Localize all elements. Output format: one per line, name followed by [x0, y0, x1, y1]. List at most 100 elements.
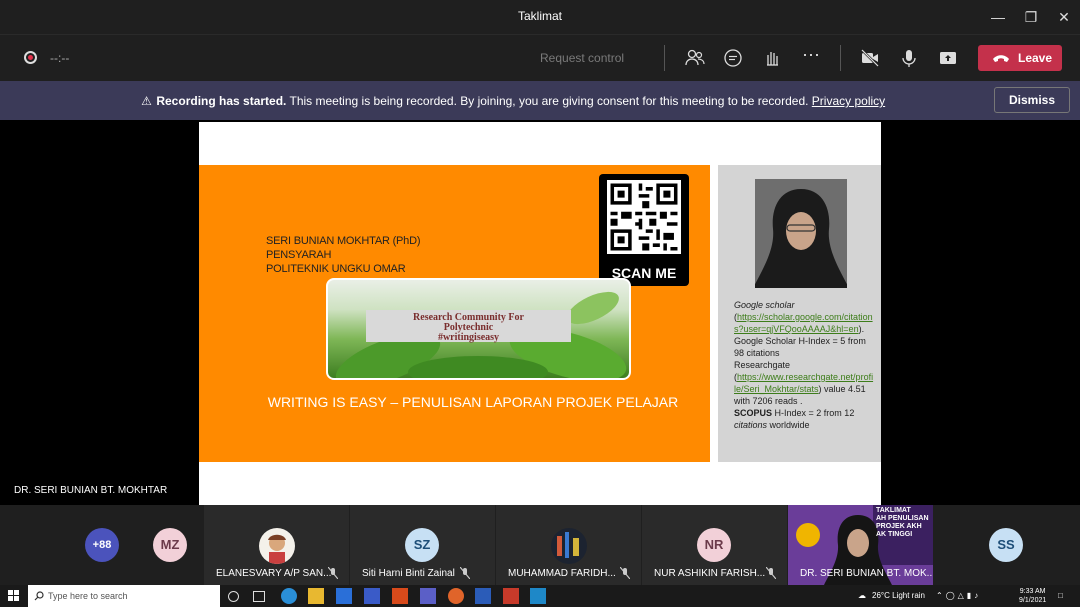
mic-off-icon — [328, 567, 338, 579]
presenter-role: PENSYARAH — [266, 249, 332, 261]
presenter-portrait — [755, 179, 847, 288]
mail-icon[interactable] — [336, 588, 352, 604]
banner-message: This meeting is being recorded. By joini… — [289, 94, 809, 108]
task-view-icon[interactable] — [253, 591, 265, 602]
slide-orange-panel: SERI BUNIAN MOKHTAR (PhD) PENSYARAH POLI… — [199, 165, 710, 462]
scopus-stats: H-Index = 2 from 12 — [774, 408, 855, 418]
participant-tile-elanesvary[interactable]: ELANESVARY A/P SAN... — [204, 505, 349, 585]
hang-up-icon — [993, 55, 1009, 62]
firefox-icon[interactable] — [448, 588, 464, 604]
image-caption: Research Community For Polytechnic #writ… — [366, 310, 571, 343]
avatar-nr: NR — [697, 528, 731, 562]
office-icon[interactable] — [392, 588, 408, 604]
meeting-toolbar: --:-- Request control ⋯ Leave — [0, 34, 1080, 80]
cartoon-avatar-graphic — [268, 534, 286, 564]
file-explorer-icon[interactable] — [308, 588, 324, 604]
tea-leaves-image: Research Community For Polytechnic #writ… — [326, 278, 631, 380]
presenter-bio: Google scholar (https://scholar.google.c… — [734, 300, 874, 430]
scopus-citations-word: citations — [734, 420, 768, 430]
raise-hand-icon[interactable] — [761, 47, 783, 69]
photo-avatar-graphic — [557, 532, 579, 558]
toolbar-divider — [840, 45, 841, 71]
banner-text: ⚠ Recording has started. This meeting is… — [140, 94, 885, 108]
cartoon-avatar — [259, 528, 295, 564]
windows-taskbar: Type here to search ☁ 26°C Light rain ⌃◯… — [0, 585, 1080, 607]
active-speaker-name: DR. SERI BUNIAN BT. MOKHTAR — [14, 485, 168, 496]
participant-name: MUHAMMAD FARIDH... — [508, 568, 616, 579]
presentation-slide: SERI BUNIAN MOKHTAR (PhD) PENSYARAH POLI… — [199, 122, 881, 505]
slide-title: WRITING IS EASY – PENULISAN LAPORAN PROJ… — [267, 394, 679, 410]
close-icon[interactable]: ✕ — [1052, 6, 1076, 28]
minimize-icon[interactable]: — — [986, 6, 1010, 28]
mic-off-icon — [460, 567, 470, 579]
slide-bio-panel: Google scholar (https://scholar.google.c… — [718, 165, 881, 462]
participants-strip: +88 MZ ELANESVARY A/P SAN... SZ Siti Har… — [0, 505, 1080, 585]
mic-off-icon — [766, 567, 776, 579]
leave-button[interactable]: Leave — [978, 45, 1062, 71]
researchgate-label: Researchgate — [734, 360, 791, 370]
banner-bold-text: Recording has started. — [156, 94, 287, 108]
qr-code: SCAN ME — [599, 174, 689, 286]
microphone-icon[interactable] — [898, 47, 920, 69]
participant-tile-nur[interactable]: NR NUR ASHIKIN FARISH... — [642, 505, 787, 585]
restore-icon[interactable]: ❐ — [1019, 6, 1043, 28]
weather-text[interactable]: 26°C Light rain — [872, 591, 925, 600]
presenter-institution: POLITEKNIK UNGKU OMAR — [266, 263, 406, 275]
people-icon[interactable] — [684, 47, 706, 69]
windows-start-icon[interactable] — [8, 590, 19, 601]
search-placeholder: Type here to search — [48, 591, 128, 601]
shared-content-stage: SERI BUNIAN MOKHTAR (PhD) PENSYARAH POLI… — [0, 120, 1080, 505]
avatar-sz: SZ — [405, 528, 439, 562]
pdf-icon[interactable] — [503, 588, 519, 604]
edge-icon[interactable] — [281, 588, 297, 604]
participant-name: DR. SERI BUNIAN BT. MOK... — [800, 568, 933, 579]
video-overlay-text: TAKLIMAT AH PENULISAN PROJEK AKH AK TING… — [876, 507, 929, 538]
cortana-icon[interactable] — [228, 591, 239, 602]
toolbar-divider — [664, 45, 665, 71]
dismiss-button[interactable]: Dismiss — [994, 87, 1070, 113]
share-screen-icon[interactable] — [937, 47, 959, 69]
presenter-info: SERI BUNIAN MOKHTAR (PhD) PENSYARAH POLI… — [266, 234, 421, 276]
qr-code-icon — [607, 180, 681, 254]
participant-name: ELANESVARY A/P SAN... — [216, 568, 332, 579]
teams-icon[interactable] — [420, 588, 436, 604]
participant-name: NUR ASHIKIN FARISH... — [654, 568, 766, 579]
participant-tile-dr-seri[interactable]: TAKLIMAT AH PENULISAN PROJEK AKH AK TING… — [788, 505, 933, 585]
system-tray-icons[interactable]: ⌃◯△▮♪ — [936, 591, 981, 600]
privacy-policy-link[interactable]: Privacy policy — [812, 94, 885, 108]
clock-time: 9:33 AM — [1019, 588, 1046, 595]
photo-avatar — [551, 528, 587, 564]
more-participants-button[interactable]: +88 — [85, 528, 119, 562]
camera-off-icon[interactable] — [859, 47, 881, 69]
search-icon — [34, 591, 44, 601]
caption-line-3: #writingiseasy — [437, 332, 500, 343]
word-icon[interactable] — [475, 588, 491, 604]
window-title: Taklimat — [517, 9, 562, 23]
app-icon[interactable] — [364, 588, 380, 604]
scopus-worldwide: worldwide — [769, 420, 810, 430]
avatar-ss[interactable]: SS — [989, 528, 1023, 562]
recording-icon — [24, 51, 37, 64]
leave-label: Leave — [1018, 51, 1053, 65]
more-options-icon[interactable]: ⋯ — [800, 46, 822, 69]
google-scholar-link[interactable]: https://scholar.google.com/citations?use… — [734, 312, 873, 334]
google-scholar-label: Google scholar — [734, 300, 795, 310]
warning-icon: ⚠ — [141, 94, 152, 108]
scopus-label: SCOPUS — [734, 408, 773, 418]
weather-icon[interactable]: ☁ — [858, 591, 866, 600]
avatar-mz[interactable]: MZ — [153, 528, 187, 562]
clock[interactable]: 9:33 AM 9/1/2021 — [1019, 587, 1046, 605]
app2-icon[interactable] — [530, 588, 546, 604]
chat-icon[interactable] — [722, 47, 744, 69]
recording-banner: ⚠ Recording has started. This meeting is… — [0, 81, 1080, 120]
request-control-button[interactable]: Request control — [540, 51, 624, 65]
participant-tile-muhammad[interactable]: MUHAMMAD FARIDH... — [496, 505, 641, 585]
notifications-icon[interactable]: □ — [1058, 591, 1063, 600]
mic-off-icon — [620, 567, 630, 579]
presenter-photo — [755, 179, 847, 288]
taskbar-search-input[interactable]: Type here to search — [28, 585, 220, 607]
participant-tile-siti[interactable]: SZ Siti Harni Binti Zainal — [350, 505, 495, 585]
meeting-timer: --:-- — [50, 51, 70, 65]
presenter-name: SERI BUNIAN MOKHTAR (PhD) — [266, 235, 421, 247]
window-titlebar: Taklimat — ❐ ✕ — [0, 0, 1080, 34]
